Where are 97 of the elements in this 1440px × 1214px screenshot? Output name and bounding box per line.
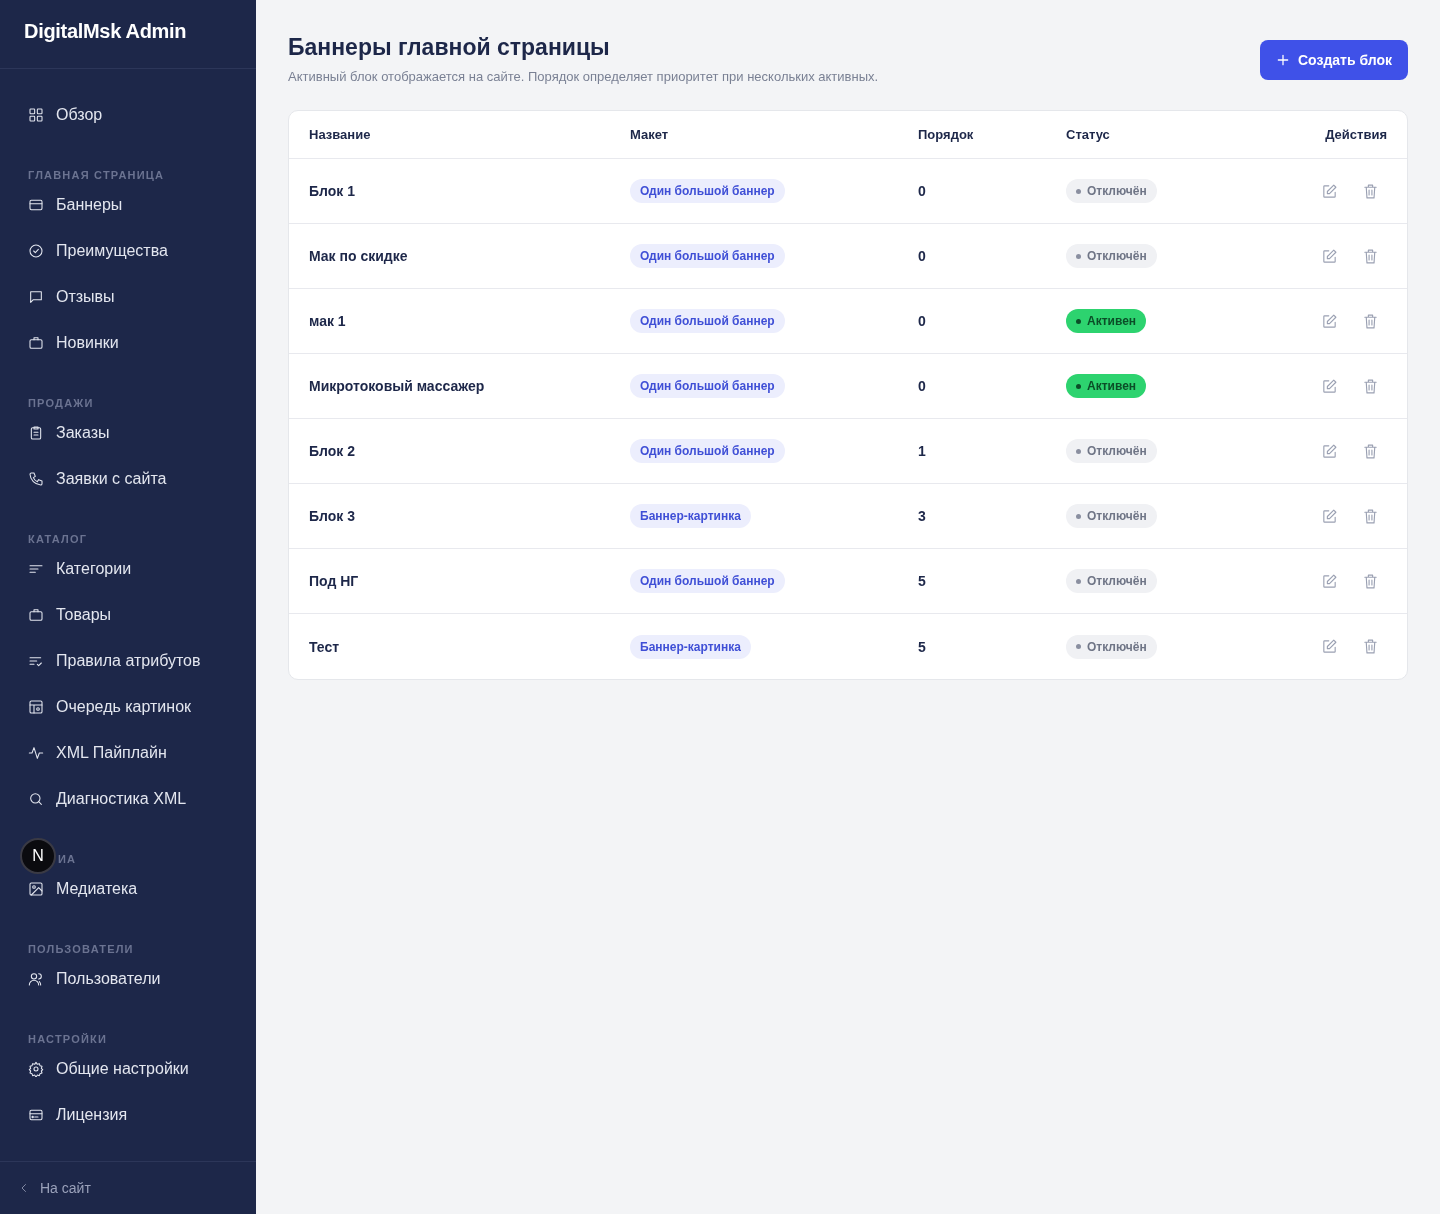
delete-button[interactable] (1362, 442, 1379, 460)
sidebar-item[interactable]: Правила атрибутов (12, 638, 244, 684)
sidebar-item[interactable]: Диагностика XML (12, 776, 244, 822)
delete-button[interactable] (1362, 572, 1379, 590)
column-header: Макет (630, 127, 670, 142)
delete-button[interactable] (1362, 182, 1379, 200)
plus-icon (1275, 53, 1290, 67)
section-heading: ПОЛЬЗОВАТЕЛИ (28, 943, 134, 955)
edit-button[interactable] (1321, 312, 1338, 330)
users-icon (28, 971, 44, 987)
table-cell-text: 0 (918, 378, 927, 394)
search-icon (28, 791, 44, 807)
table-cell-text: Блок 2 (309, 443, 356, 459)
sidebar-item[interactable]: Преимущества (12, 228, 244, 274)
sidebar-item[interactable]: Очередь картинок (12, 684, 244, 730)
edit-button[interactable] (1321, 572, 1338, 590)
table-cell-text: 5 (918, 638, 927, 655)
page-title: Баннеры главной страницы (288, 34, 611, 61)
sidebar-item[interactable]: Новинки (12, 320, 244, 366)
delete-button[interactable] (1362, 377, 1379, 395)
table-cell-text: 5 (918, 573, 927, 589)
sidebar-item[interactable]: Заявки с сайта (12, 456, 244, 502)
pulse-icon (28, 745, 44, 761)
card-icon (28, 197, 44, 213)
sidebar-item[interactable]: Лицензия (12, 1092, 244, 1138)
delete-button[interactable] (1362, 638, 1379, 655)
edit-button[interactable] (1321, 507, 1338, 525)
delete-button[interactable] (1362, 247, 1379, 265)
image-icon (28, 881, 44, 897)
table-cell-text: Блок 3 (309, 508, 356, 524)
logo: DigitalMsk Admin (24, 20, 187, 42)
status-badge: Активен (1066, 309, 1147, 333)
edit-button[interactable] (1321, 377, 1338, 395)
briefcase-icon (28, 335, 44, 351)
edit-button[interactable] (1321, 638, 1338, 655)
briefcase-icon (28, 607, 44, 623)
table-cell-text: 1 (918, 443, 927, 459)
phone-icon (28, 471, 44, 487)
back-link[interactable]: На сайт (18, 1180, 91, 1196)
status-badge: Отключён (1066, 504, 1157, 528)
id-card-icon (28, 1107, 44, 1123)
column-header: Порядок (918, 127, 975, 142)
table-cell-text: Под НГ (309, 573, 360, 589)
layout-tag: Баннер-картинка (630, 634, 751, 659)
table-cell-text: Мак по скидке (309, 248, 409, 264)
sidebar-item[interactable]: Пользователи (12, 956, 244, 1002)
edit-button[interactable] (1321, 247, 1338, 265)
delete-button[interactable] (1362, 312, 1379, 330)
sidebar-item[interactable]: Товары (12, 592, 244, 638)
section-heading: КАТАЛОГ (28, 533, 88, 545)
layout-tag: Баннер-картинка (630, 504, 751, 528)
column-header: Действия (1324, 127, 1387, 142)
layout-tag: Один большой баннер (630, 439, 785, 463)
table-cell-text: Микротоковый массажер (309, 378, 486, 394)
sidebar-item[interactable]: Общие настройки (12, 1046, 244, 1092)
sidebar-item[interactable]: XML Пайплайн (12, 730, 244, 776)
layout-tag: Один большой баннер (630, 309, 785, 333)
sidebar-item[interactable]: Заказы (12, 410, 244, 456)
status-badge: Отключён (1066, 244, 1157, 268)
table-cell-text: 0 (918, 313, 927, 329)
edit-button[interactable] (1321, 182, 1338, 200)
status-badge: Отключён (1066, 439, 1157, 463)
sidebar-item[interactable]: Категории (12, 546, 244, 592)
table-cell-text: 0 (918, 248, 927, 264)
page-subtitle: Активный блок отображается на сайте. Порядок определяет приоритет при нескольких активных. (288, 69, 879, 84)
status-badge: Отключён (1066, 179, 1157, 203)
chat-icon (28, 289, 44, 305)
status-badge: Активен (1066, 374, 1147, 398)
sidebar-item[interactable]: Отзывы (12, 274, 244, 320)
layout-tag: Один большой баннер (630, 179, 785, 203)
table-cell-text: Тест (309, 638, 341, 655)
create-button[interactable]: Создать блок (1259, 40, 1408, 80)
table-cell-text: мак 1 (309, 313, 347, 329)
layout-tag: Один большой баннер (630, 569, 785, 593)
edit-button[interactable] (1321, 442, 1338, 460)
column-header: Название (309, 127, 372, 142)
section-heading: ГЛАВНАЯ СТРАНИЦА (28, 169, 165, 181)
status-badge: Отключён (1066, 634, 1157, 659)
sidebar-item[interactable]: Баннеры (12, 182, 244, 228)
grid-icon (28, 107, 44, 123)
clipboard-icon (28, 425, 44, 441)
column-header: Статус (1066, 127, 1111, 142)
delete-button[interactable] (1362, 507, 1379, 525)
table-cell-text: 3 (918, 508, 927, 524)
floating-badge[interactable]: N (20, 838, 56, 874)
section-heading: ПРОДАЖИ (28, 397, 94, 409)
section-heading: ИА (58, 853, 77, 865)
layout-tag: Один большой баннер (630, 244, 785, 268)
image-list-icon (28, 699, 44, 715)
status-badge: Отключён (1066, 569, 1157, 593)
layout-tag: Один большой баннер (630, 374, 785, 398)
settings-icon (28, 1061, 44, 1077)
check-circle-icon (28, 243, 44, 259)
table-cell-text: 0 (918, 183, 927, 199)
sidebar-item[interactable]: Обзор (12, 92, 244, 138)
section-heading: НАСТРОЙКИ (28, 1033, 108, 1045)
table-cell-text: Блок 1 (309, 183, 356, 199)
